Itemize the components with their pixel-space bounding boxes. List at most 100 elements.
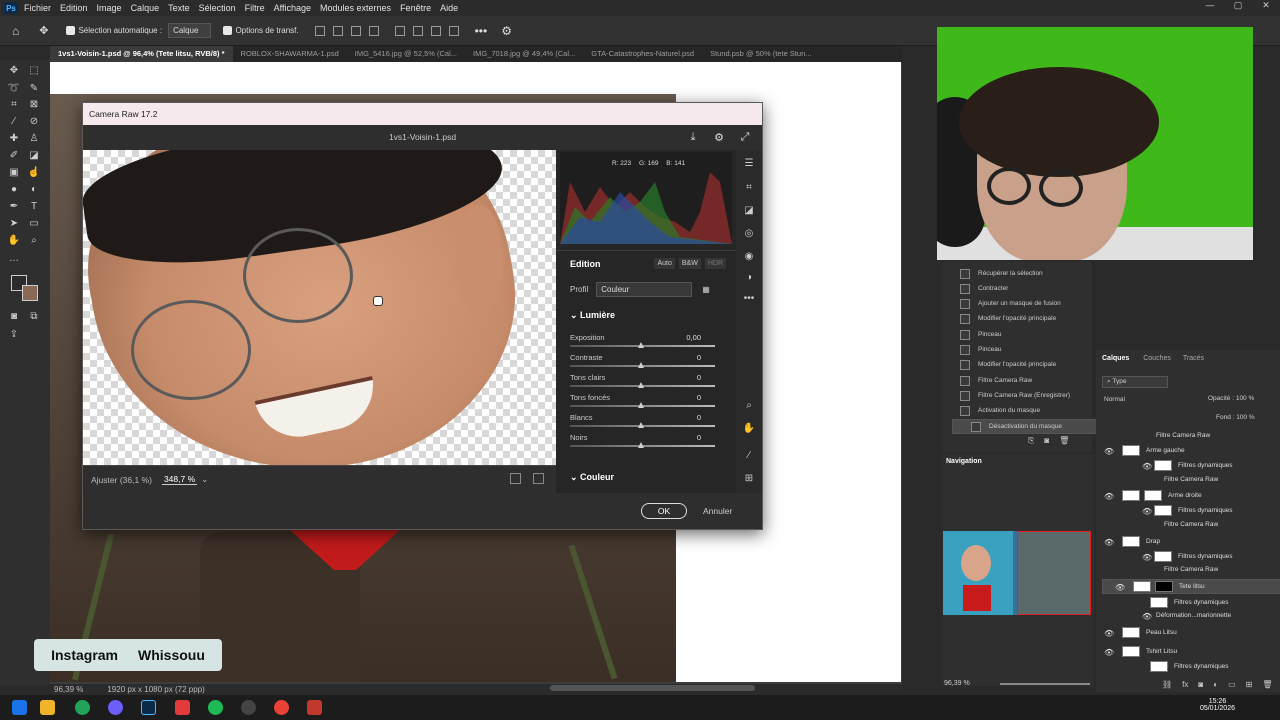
minimize-icon[interactable]: — [1196, 0, 1224, 11]
view-single-icon[interactable] [510, 473, 521, 484]
hand-icon[interactable]: ✋ [742, 423, 756, 437]
eye-icon[interactable]: 👁 [1142, 553, 1152, 562]
more-tools-icon[interactable]: … [8, 252, 20, 264]
quick-select-tool-icon[interactable]: ✎ [28, 82, 40, 94]
move-tool-icon[interactable]: ✥ [8, 64, 20, 76]
windows-start-icon[interactable] [12, 700, 27, 715]
hdr-button[interactable]: HDR [704, 258, 726, 269]
crop-icon[interactable]: ⌗ [742, 182, 756, 196]
eye-icon[interactable]: 👁 [1142, 612, 1152, 621]
menu-fichier[interactable]: Fichier [24, 3, 51, 13]
tab-stund[interactable]: Stund.psb @ 50% (tete Stun... [702, 46, 819, 62]
navigator-title[interactable]: Navigation [946, 458, 982, 465]
slider-blancs[interactable]: Blancs 0 [570, 413, 715, 433]
opacity-value[interactable]: 100 % [1236, 395, 1254, 402]
cancel-button[interactable]: Annuler [703, 506, 732, 516]
layer-row[interactable]: Filtres dynamiques [1096, 659, 1280, 674]
tab-img-7018[interactable]: IMG_7018.jpg @ 49,4% (Cal... [465, 46, 583, 62]
horizontal-scrollbar[interactable] [550, 685, 755, 691]
menu-image[interactable]: Image [97, 3, 122, 13]
navigator-thumbnail[interactable] [943, 531, 1091, 615]
align-center-icon[interactable] [332, 25, 343, 36]
menu-affichage[interactable]: Affichage [274, 3, 311, 13]
fill-value[interactable]: 100 % [1236, 414, 1254, 421]
navigator-zoom[interactable]: 96,39 % [944, 680, 970, 687]
file-explorer-icon[interactable] [40, 700, 55, 715]
chevron-down-icon[interactable]: ⌄ [201, 474, 208, 485]
dodge-tool-icon[interactable]: ● [8, 183, 20, 195]
pen-tool-icon[interactable]: ✒ [8, 200, 20, 212]
layer-row[interactable]: 👁 Arme droite [1096, 488, 1280, 503]
slider-value[interactable]: 0 [697, 433, 701, 442]
spotify-icon[interactable] [208, 700, 223, 715]
more-icon[interactable]: ••• [742, 293, 756, 307]
zoom-level[interactable]: 348,7 % [161, 474, 198, 485]
tab-img-5416[interactable]: IMG_5416.jpg @ 52,5% (Cal... [347, 46, 465, 62]
menu-filtre[interactable]: Filtre [245, 3, 265, 13]
eyedropper-tool-icon[interactable]: ⁄ [8, 115, 20, 127]
slider-contraste[interactable]: Contraste 0 [570, 353, 715, 373]
camera-raw-preview[interactable] [83, 150, 556, 465]
brush-tool-icon[interactable]: ✐ [8, 149, 20, 161]
stamp-tool-icon[interactable]: ♙ [28, 132, 40, 144]
gear-icon[interactable]: ⚙ [501, 24, 512, 38]
slider-tons-clairs[interactable]: Tons clairs 0 [570, 373, 715, 393]
eye-icon[interactable]: 👁 [1104, 492, 1114, 501]
align-middle-icon[interactable] [412, 25, 423, 36]
history-item[interactable]: Récupérer la sélection [946, 266, 1092, 281]
menu-fenetre[interactable]: Fenêtre [400, 3, 431, 13]
history-item[interactable]: Modifier l'opacité principale [946, 357, 1092, 372]
smudge-tool-icon[interactable]: ☝ [28, 166, 40, 178]
app-icon[interactable] [75, 700, 90, 715]
menu-aide[interactable]: Aide [440, 3, 458, 13]
layer-row[interactable]: 👁 Drap [1096, 534, 1280, 549]
quick-mask-icon[interactable]: ◙ [8, 310, 20, 322]
color-sampler-icon[interactable]: ⁄ [742, 450, 756, 464]
slider-value[interactable]: 0 [697, 413, 701, 422]
history-item[interactable]: Contracter [946, 281, 1092, 296]
trash-icon[interactable]: 🗑 [1262, 680, 1272, 689]
align-left-icon[interactable] [314, 25, 325, 36]
profile-browser-icon[interactable]: ▦ [702, 285, 710, 294]
transform-checkbox[interactable]: Options de transf. [223, 26, 299, 35]
background-color-swatch[interactable] [22, 285, 38, 301]
layer-row[interactable]: 👁 Filtres dynamiques [1096, 503, 1280, 518]
close-icon[interactable]: ✕ [1252, 0, 1280, 11]
presets-icon[interactable]: ◑ [742, 272, 756, 286]
layer-row[interactable]: 👁 Déformation...marionnette [1096, 608, 1280, 623]
layer-row-selected[interactable]: 👁 Tete litsu [1102, 579, 1280, 594]
maximize-icon[interactable]: ▢ [1224, 0, 1252, 11]
align-bottom-icon[interactable] [430, 25, 441, 36]
distribute-icon[interactable] [368, 25, 379, 36]
tab-calques[interactable]: Calques [1102, 355, 1129, 362]
tab-traces[interactable]: Tracés [1183, 355, 1204, 362]
slider-value[interactable]: 0 [697, 353, 701, 362]
rectangle-tool-icon[interactable]: ▭ [28, 217, 40, 229]
healing-tool-icon[interactable]: ✚ [8, 132, 20, 144]
slider-value[interactable]: 0 [697, 373, 701, 382]
history-item-selected[interactable]: Désactivation du masque [952, 419, 1098, 434]
blur-tool-icon[interactable]: ◐ [28, 183, 40, 195]
layer-row[interactable]: 👁 Peau Litsu [1096, 625, 1280, 640]
folder-icon[interactable]: ▭ [1228, 680, 1236, 689]
eye-icon[interactable]: 👁 [1142, 462, 1152, 471]
auto-select-checkbox[interactable]: Sélection automatique : [66, 26, 162, 35]
more-options-icon[interactable]: ••• [475, 24, 488, 38]
marquee-tool-icon[interactable]: ⬚ [28, 64, 40, 76]
menu-edition[interactable]: Edition [60, 3, 88, 13]
history-item[interactable]: Filtre Camera Raw (Enregistrer) [946, 388, 1092, 403]
eye-icon[interactable]: 👁 [1104, 538, 1114, 547]
layer-row[interactable]: 👁 Tshirt Litsu [1096, 644, 1280, 659]
status-zoom[interactable]: 96,39 % [54, 685, 83, 694]
history-item[interactable]: Activation du masque [946, 403, 1092, 418]
history-item[interactable]: Pinceau [946, 327, 1092, 342]
layer-row[interactable]: Filtre Camera Raw [1096, 428, 1280, 443]
history-item[interactable]: Modifier l'opacité principale [946, 311, 1092, 326]
fullscreen-icon[interactable]: ⤢ [738, 131, 752, 145]
zoom-tool-icon[interactable]: ⌕ [28, 234, 40, 246]
home-icon[interactable]: ⌂ [12, 24, 19, 38]
adjustment-icon[interactable]: ◐ [1213, 680, 1218, 689]
eye-icon[interactable]: 👁 [1104, 447, 1114, 456]
profile-select[interactable]: Couleur [596, 282, 693, 297]
fx-icon[interactable]: fx [1182, 680, 1188, 689]
